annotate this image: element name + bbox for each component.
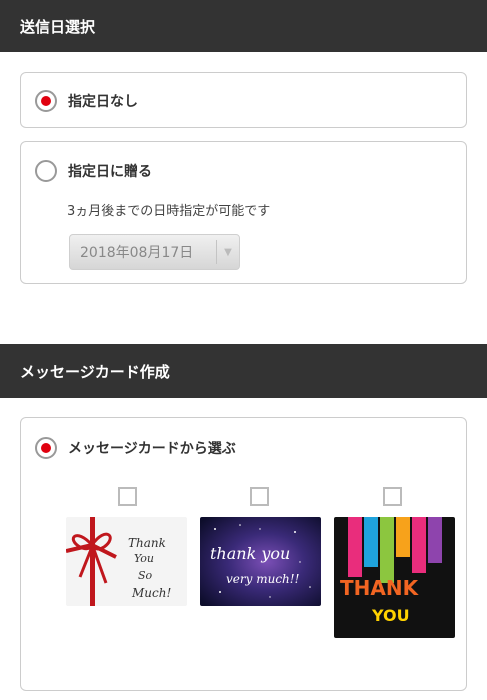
radio-specific-date[interactable] [35,160,57,182]
chevron-down-icon[interactable]: ▼ [217,247,239,258]
date-range-note: 3ヵ月後までの日時指定が可能です [67,204,271,219]
card-3-text-thank: THANK [340,576,420,600]
message-card-header: メッセージカード作成 [0,344,487,398]
option-no-date[interactable]: 指定日なし [35,90,138,112]
card-1-text-much: Much! [131,586,171,600]
card-image-red-ribbon[interactable]: Thank You So Much! [66,517,187,606]
card-2-text-thank-you: thank you [210,544,290,563]
option-specific-date[interactable]: 指定日に贈る [35,160,152,182]
radio-no-date[interactable] [35,90,57,112]
send-date-title: 送信日選択 [20,17,96,36]
radio-choose-card[interactable] [35,437,57,459]
option-choose-card-box[interactable]: メッセージカードから選ぶ Thank You So Much! thank yo… [20,417,467,691]
card-2-text-very-much: very much!! [226,572,300,586]
card-checkbox-2[interactable] [250,487,269,506]
card-image-galaxy[interactable]: thank you very much!! [200,517,321,606]
option-choose-card[interactable]: メッセージカードから選ぶ [35,437,236,459]
card-checkbox-3[interactable] [383,487,402,506]
option-choose-card-label: メッセージカードから選ぶ [68,441,236,457]
card-3-text-you: YOU [371,606,410,625]
option-specific-date-label: 指定日に贈る [68,164,152,180]
option-no-date-box[interactable]: 指定日なし [20,72,467,128]
card-1-text-thank: Thank [128,536,166,550]
card-image-colorful-stripes[interactable]: THANK YOU [334,517,455,638]
option-specific-date-box[interactable]: 指定日に贈る 3ヵ月後までの日時指定が可能です 2018年08月17日 ▼ [20,141,467,284]
card-checkbox-1[interactable] [118,487,137,506]
date-value: 2018年08月17日 [80,245,194,261]
send-date-header: 送信日選択 [0,0,487,52]
date-select[interactable]: 2018年08月17日 ▼ [69,234,240,270]
card-1-text-you: You [134,552,154,565]
card-1-text-so: So [138,569,153,582]
message-card-title: メッセージカード作成 [20,362,170,381]
option-no-date-label: 指定日なし [68,94,138,110]
